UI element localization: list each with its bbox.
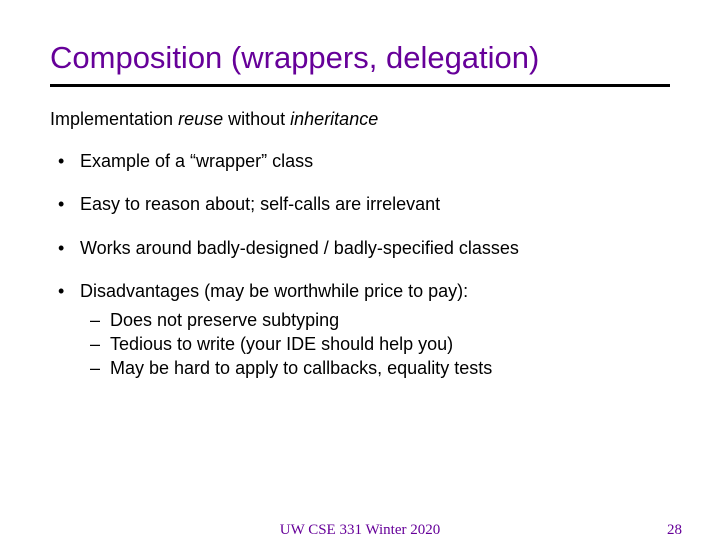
- page-number: 28: [667, 522, 682, 539]
- title-rule: [50, 84, 670, 87]
- bullet-text: Easy to reason about; self-calls are irr…: [80, 194, 440, 214]
- slide-title: Composition (wrappers, delegation): [50, 40, 670, 76]
- lead-em2: inheritance: [290, 109, 378, 129]
- lead-em1: reuse: [178, 109, 223, 129]
- sub-text: Does not preserve subtyping: [110, 310, 339, 330]
- bullet-item: Example of a “wrapper” class: [50, 150, 670, 173]
- sub-text: May be hard to apply to callbacks, equal…: [110, 358, 492, 378]
- slide: Composition (wrappers, delegation) Imple…: [0, 0, 720, 540]
- lead-pre: Implementation: [50, 109, 178, 129]
- bullet-item: Works around badly-designed / badly-spec…: [50, 237, 670, 260]
- sub-item: Does not preserve subtyping: [80, 308, 670, 332]
- lead-line: Implementation reuse without inheritance: [50, 109, 670, 130]
- sub-text: Tedious to write (your IDE should help y…: [110, 334, 453, 354]
- sub-list: Does not preserve subtyping Tedious to w…: [80, 308, 670, 381]
- bullet-text: Example of a “wrapper” class: [80, 151, 313, 171]
- footer-center: UW CSE 331 Winter 2020: [0, 522, 720, 539]
- bullet-item: Disadvantages (may be worthwhile price t…: [50, 280, 670, 380]
- bullet-list: Example of a “wrapper” class Easy to rea…: [50, 150, 670, 380]
- bullet-text: Works around badly-designed / badly-spec…: [80, 238, 519, 258]
- lead-mid: without: [223, 109, 290, 129]
- bullet-item: Easy to reason about; self-calls are irr…: [50, 193, 670, 216]
- sub-item: May be hard to apply to callbacks, equal…: [80, 356, 670, 380]
- sub-item: Tedious to write (your IDE should help y…: [80, 332, 670, 356]
- bullet-text: Disadvantages (may be worthwhile price t…: [80, 281, 468, 301]
